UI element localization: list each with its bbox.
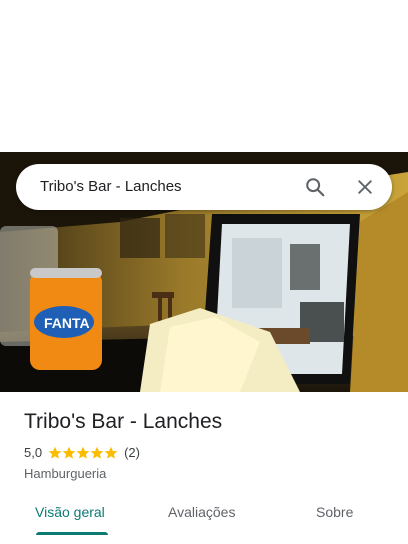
star-icon xyxy=(48,446,62,459)
maps-place-page: FANTA Tribo's Bar - Lanches Tribo's Bar … xyxy=(0,0,408,544)
active-tab-indicator xyxy=(36,532,108,535)
star-icon xyxy=(76,446,90,459)
rating-value: 5,0 xyxy=(24,445,43,460)
svg-text:FANTA: FANTA xyxy=(44,315,90,331)
close-button[interactable] xyxy=(350,172,380,202)
star-icons xyxy=(48,446,118,459)
rating-row[interactable]: 5,0 (2) xyxy=(24,445,140,460)
star-icon xyxy=(62,446,76,459)
tab-reviews[interactable]: Avaliações xyxy=(168,504,235,520)
close-icon xyxy=(358,180,372,194)
search-button[interactable] xyxy=(300,172,330,202)
search-input[interactable]: Tribo's Bar - Lanches xyxy=(40,178,182,195)
place-tabs: Visão geral Avaliações Sobre xyxy=(0,492,408,536)
star-icon xyxy=(90,446,104,459)
search-icon xyxy=(306,178,325,197)
place-category[interactable]: Hamburgueria xyxy=(24,466,106,481)
star-icon xyxy=(104,446,118,459)
place-title: Tribo's Bar - Lanches xyxy=(24,410,223,433)
tab-overview[interactable]: Visão geral xyxy=(35,504,105,520)
tab-about[interactable]: Sobre xyxy=(316,504,353,520)
rating-stars xyxy=(48,446,118,460)
search-bar[interactable]: Tribo's Bar - Lanches xyxy=(16,164,392,210)
reviews-count[interactable]: (2) xyxy=(124,445,140,460)
